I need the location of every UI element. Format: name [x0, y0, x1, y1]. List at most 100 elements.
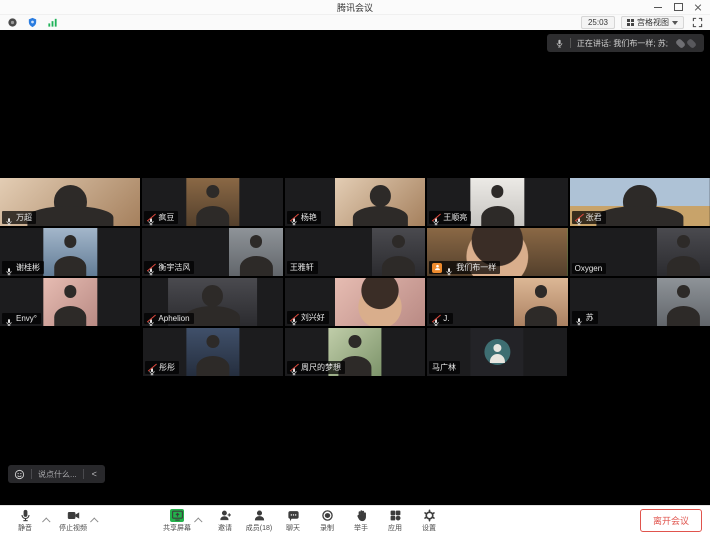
- chevron-up-icon: [194, 517, 202, 525]
- participant-name: J.: [443, 314, 449, 323]
- person-silhouette: [479, 182, 516, 226]
- participant-name: Envy°: [16, 314, 37, 323]
- participant-tile[interactable]: 周尺的梦想: [285, 328, 425, 376]
- share-screen-button[interactable]: 共享屏幕: [160, 507, 194, 535]
- participant-tile[interactable]: 苏: [570, 278, 710, 326]
- layout-view-button[interactable]: 宫格视图: [621, 16, 684, 29]
- participant-tile[interactable]: Envy°: [0, 278, 140, 326]
- participant-name: 万超: [16, 212, 32, 223]
- avatar: [484, 339, 510, 365]
- participant-tile[interactable]: 王顺亮: [427, 178, 567, 226]
- emoji-icon[interactable]: [14, 469, 25, 480]
- person-silhouette: [194, 332, 231, 376]
- participant-tile[interactable]: 疯豆: [142, 178, 282, 226]
- mic-options-chevron[interactable]: [42, 507, 52, 535]
- participant-name: 周尺的梦想: [301, 362, 341, 373]
- banner-divider: [570, 38, 571, 48]
- participant-tile[interactable]: 王雅轩: [285, 228, 425, 276]
- chat-button[interactable]: 聊天: [276, 507, 310, 535]
- participant-tile[interactable]: 刘兴好: [285, 278, 425, 326]
- participant-video: [229, 228, 282, 276]
- participant-name-label: 衡宇洁风: [144, 261, 194, 274]
- invite-label: 邀请: [218, 523, 232, 533]
- person-silhouette: [194, 182, 231, 226]
- mic-on-icon: [5, 213, 13, 222]
- layout-view-label: 宫格视图: [637, 17, 669, 28]
- participant-video: [657, 278, 710, 326]
- maximize-button[interactable]: [668, 0, 688, 14]
- grid-row: 万超 疯豆 杨艳王顺亮张君: [0, 178, 710, 226]
- participant-name-label: 张君: [572, 211, 606, 224]
- mic-muted-icon: [147, 314, 155, 323]
- participant-video: [657, 228, 710, 276]
- camera-button[interactable]: 停止视频: [56, 507, 90, 535]
- participant-tile[interactable]: 我们布一样: [427, 228, 567, 276]
- participant-tile[interactable]: 马广林: [427, 328, 567, 376]
- mic-muted-icon: [147, 263, 155, 272]
- security-shield-icon[interactable]: [26, 17, 38, 29]
- participant-name: 谢桂彬: [16, 262, 40, 273]
- speaker-avatars-decoration: [676, 39, 696, 48]
- window-title: 腾讯会议: [337, 1, 373, 14]
- meeting-info-icon[interactable]: [6, 17, 18, 29]
- members-button[interactable]: 成员(18): [242, 507, 276, 535]
- participant-tile[interactable]: J.: [427, 278, 567, 326]
- participant-tile[interactable]: Oxygen: [570, 228, 710, 276]
- grid-row: 谢桂彬 衡宇洁风 王雅轩我们布一样 Oxygen: [0, 228, 710, 276]
- chat-quick-bar[interactable]: 说点什么... <: [8, 465, 105, 483]
- participant-tile[interactable]: 谢桂彬: [0, 228, 140, 276]
- mic-muted-icon: [432, 213, 440, 222]
- apps-button[interactable]: 应用: [378, 507, 412, 535]
- participant-tile[interactable]: 杨艳: [285, 178, 425, 226]
- mic-icon: [555, 39, 564, 48]
- participant-tile[interactable]: 彤彤: [143, 328, 283, 376]
- participant-name: 疯豆: [158, 212, 174, 223]
- person-silhouette: [665, 282, 702, 326]
- fullscreen-button[interactable]: [690, 17, 704, 29]
- meeting-toolbar: 静音停止视频 共享屏幕 邀请 成员(18) 聊天录制举手应用设置 离开会议: [0, 505, 710, 535]
- speaking-banner: 正在讲话: 我们布一样; 苏;: [547, 34, 704, 52]
- meeting-timer: 25:03: [581, 16, 615, 29]
- network-signal-icon[interactable]: [46, 17, 58, 29]
- person-silhouette: [522, 282, 559, 326]
- participant-name-label: 我们布一样: [429, 261, 500, 274]
- participant-name-label: 马广林: [429, 361, 460, 374]
- leave-meeting-button[interactable]: 离开会议: [640, 509, 702, 532]
- participant-video: [335, 178, 425, 226]
- settings-button[interactable]: 设置: [412, 507, 446, 535]
- chat-collapse-button[interactable]: <: [90, 469, 99, 479]
- mic-muted-icon: [290, 213, 298, 222]
- person-silhouette: [665, 232, 702, 276]
- meeting-status-bar: 25:03 宫格视图: [0, 15, 710, 30]
- participant-name-label: 万超: [2, 211, 36, 224]
- participant-grid: 万超 疯豆 杨艳王顺亮张君谢桂彬 衡宇洁风 王雅轩我们布一样 Oxygen Envy° Aph…: [0, 178, 710, 378]
- participant-tile[interactable]: 衡宇洁风: [142, 228, 282, 276]
- mic-muted-icon: [290, 363, 298, 372]
- participant-tile[interactable]: 张君: [570, 178, 710, 226]
- record-button[interactable]: 录制: [310, 507, 344, 535]
- mic-button[interactable]: 静音: [8, 507, 42, 535]
- members-label: 成员(18): [246, 523, 272, 533]
- close-button[interactable]: [688, 0, 708, 14]
- chat-input-placeholder[interactable]: 说点什么...: [38, 469, 77, 480]
- camera-icon: [67, 509, 80, 522]
- participant-tile[interactable]: 万超: [0, 178, 140, 226]
- participant-name-label: 刘兴好: [287, 311, 329, 324]
- camera-label: 停止视频: [59, 523, 87, 533]
- minimize-button[interactable]: [648, 0, 668, 14]
- status-icons: [6, 17, 58, 29]
- invite-button[interactable]: 邀请: [208, 507, 242, 535]
- chevron-up-icon: [42, 517, 50, 525]
- window-controls: [648, 0, 708, 14]
- participant-name-label: 疯豆: [144, 211, 178, 224]
- share-screen-icon: [170, 509, 184, 522]
- settings-icon: [423, 509, 436, 522]
- camera-options-chevron[interactable]: [90, 507, 100, 535]
- participant-tile[interactable]: Aphelion: [142, 278, 282, 326]
- mic-muted-icon: [575, 213, 583, 222]
- share-screen-options-chevron[interactable]: [194, 507, 204, 535]
- participant-video: [471, 178, 524, 226]
- raise-hand-button[interactable]: 举手: [344, 507, 378, 535]
- participant-name: Oxygen: [575, 264, 603, 273]
- share-screen-label: 共享屏幕: [163, 523, 191, 533]
